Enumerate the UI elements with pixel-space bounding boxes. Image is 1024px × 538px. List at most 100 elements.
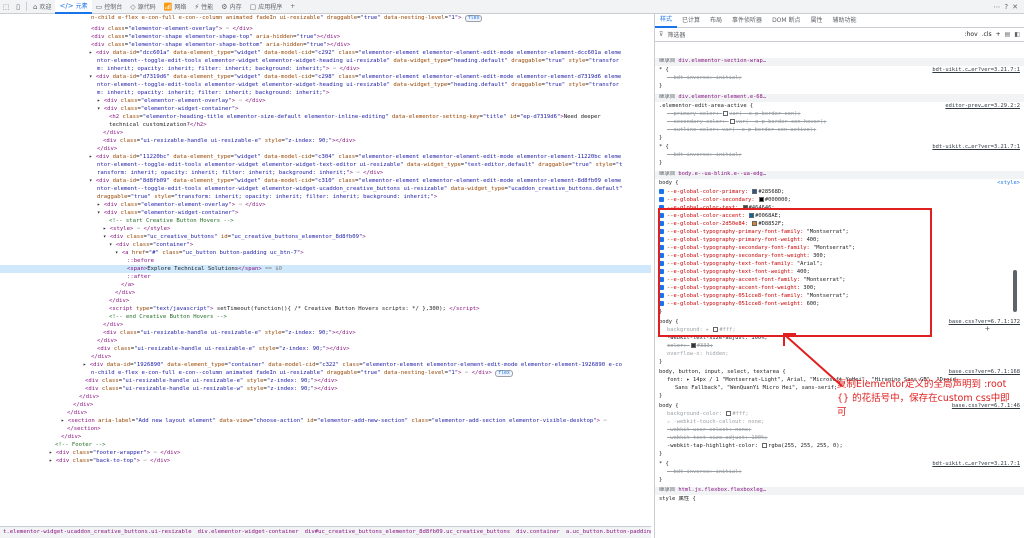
add-property-icon[interactable]: + bbox=[985, 324, 990, 333]
close-icon[interactable]: ✕ bbox=[1012, 3, 1018, 11]
styles-scrollbar[interactable] bbox=[1013, 270, 1017, 312]
dom-line[interactable]: ntor-element--toggle-edit-tools elemento… bbox=[0, 185, 651, 193]
tab-dom-breakpoints[interactable]: DOM 断点 bbox=[767, 14, 805, 27]
dom-line[interactable]: n-child e-flex e-con-full e-con--column … bbox=[0, 14, 651, 22]
dom-line[interactable]: </div> bbox=[0, 145, 651, 153]
dom-line[interactable]: ntor-element--toggle-edit-tools elemento… bbox=[0, 57, 651, 65]
rule-close: } bbox=[659, 477, 663, 483]
help-icon[interactable]: ? bbox=[1004, 3, 1008, 11]
dom-line[interactable]: <!-- Footer --> bbox=[0, 441, 651, 449]
elements-tree[interactable]: n-child e-flex e-con-full e-con--column … bbox=[0, 14, 651, 526]
console-icon: ▭ bbox=[95, 2, 103, 11]
dom-line[interactable]: </div> bbox=[0, 337, 651, 345]
tab-performance[interactable]: ⚡ 性能 bbox=[190, 0, 217, 14]
breadcrumb-item[interactable]: a.uc_button.button-padding.uc_btn-7 bbox=[563, 527, 651, 538]
dom-line[interactable]: ▸ <div class="elementor-element-overlay"… bbox=[0, 201, 651, 209]
dom-line[interactable]: ▾ <div class="uc_creative_buttons" id="u… bbox=[0, 233, 651, 241]
dom-line[interactable]: </div> bbox=[0, 393, 651, 401]
breadcrumb-item[interactable]: t.elementor-widget-ucaddon_creative_butt… bbox=[0, 527, 195, 538]
dom-line[interactable]: ntor-element--toggle-edit-tools elemento… bbox=[0, 161, 651, 169]
dom-line[interactable]: m: inherit; opacity: inherit; filter: in… bbox=[0, 65, 651, 73]
dom-line[interactable]: </section> bbox=[0, 425, 651, 433]
dom-line[interactable]: </div> bbox=[0, 409, 651, 417]
dom-line[interactable]: ▸ <div class="elementor-element-overlay"… bbox=[0, 97, 651, 105]
dom-line[interactable]: <div class="ui-resizable-handle ui-resiz… bbox=[0, 345, 651, 353]
dom-line[interactable]: ransform: inherit; opacity: inherit; fil… bbox=[0, 169, 651, 177]
tab-accessibility[interactable]: 辅助功能 bbox=[828, 14, 862, 27]
dom-line[interactable]: <div class="elementor-shape elementor-sh… bbox=[0, 41, 651, 49]
tab-network[interactable]: 📶 网络 bbox=[160, 0, 191, 14]
tab-application[interactable]: ▢ 应用程序 bbox=[246, 0, 287, 14]
dom-line[interactable]: ▾ <a href="#" class="uc_button button-pa… bbox=[0, 249, 651, 257]
tab-sources[interactable]: ◇ 源代码 bbox=[126, 0, 159, 14]
dom-line[interactable]: ▾ <div data-id="d7319d6" data-element_ty… bbox=[0, 73, 651, 81]
dom-line[interactable]: ▸ <div class="footer-wrapper"> ⋯ </div> bbox=[0, 449, 651, 457]
dom-line[interactable]: <h2 class="elementor-heading-title eleme… bbox=[0, 113, 651, 121]
sidebar-toggle-icon[interactable]: ◧ bbox=[1014, 31, 1020, 38]
tab-properties[interactable]: 属性 bbox=[806, 14, 828, 27]
tab-event-listeners[interactable]: 事件侦听器 bbox=[727, 14, 767, 27]
dom-line[interactable]: draggable="true" style="transform: inher… bbox=[0, 193, 651, 201]
dom-line[interactable]: ::after bbox=[0, 273, 651, 281]
dom-line[interactable]: <div class="ui-resizable-handle ui-resiz… bbox=[0, 329, 651, 337]
dom-line[interactable]: ▸ <div data-id="11220bc" data-element_ty… bbox=[0, 153, 651, 161]
dom-line[interactable]: ▸ <div class="back-to-top"> ⋯ </div> bbox=[0, 457, 651, 465]
more-tabs-button[interactable]: + bbox=[286, 0, 299, 14]
dom-line[interactable]: <div class="ui-resizable-handle ui-resiz… bbox=[0, 385, 651, 393]
dom-line[interactable]: ::before bbox=[0, 257, 651, 265]
rule-declaration: -webkit-user-select: none; bbox=[667, 427, 752, 433]
dom-line[interactable]: <div class="ui-resizable-handle ui-resiz… bbox=[0, 377, 651, 385]
dom-line[interactable]: ▾ <div class="elementor-widget-container… bbox=[0, 105, 651, 113]
dom-line[interactable]: </div> bbox=[0, 433, 651, 441]
dom-line[interactable]: </a> bbox=[0, 281, 651, 289]
dom-line[interactable]: ▸ <section aria-label="Add new layout el… bbox=[0, 417, 651, 425]
dom-line[interactable]: ▸ <style> ⋯ </style> bbox=[0, 225, 651, 233]
device-icon[interactable]: ▯ bbox=[12, 1, 24, 13]
computed-toggle-icon[interactable]: ▤ bbox=[1005, 31, 1011, 38]
dom-line[interactable]: <div class="elementor-shape elementor-sh… bbox=[0, 33, 651, 41]
dom-line[interactable]: n-child e-flex e-con-full e-con--column … bbox=[0, 369, 651, 377]
filter-row: ⊽ 筛选器 :hov .cls + ▤ ◧ bbox=[655, 28, 1024, 42]
dom-line[interactable]: </div> bbox=[0, 129, 651, 137]
dom-line[interactable]: m: inherit; opacity: inherit; filter: in… bbox=[0, 89, 651, 97]
dom-line[interactable]: <div class="elementor-element-overlay"> … bbox=[0, 25, 651, 33]
dom-line[interactable]: ▸ <div data-id="1926890" data-element_ty… bbox=[0, 361, 651, 369]
cls-button[interactable]: .cls bbox=[982, 31, 992, 38]
dom-line[interactable]: </div> bbox=[0, 353, 651, 361]
tab-styles[interactable]: 样式 bbox=[655, 14, 678, 28]
breadcrumb-item[interactable]: div#uc_creative_buttons_elementor_8d8fb0… bbox=[302, 527, 513, 538]
dom-line[interactable]: </div> bbox=[0, 297, 651, 305]
dom-line[interactable]: <script type="text/javascript"> setTimeo… bbox=[0, 305, 651, 313]
rule-close: } bbox=[659, 83, 663, 89]
dom-line[interactable]: </div> bbox=[0, 401, 651, 409]
css-var-line[interactable]: --e-global-color-primary: #28568D; bbox=[659, 189, 1020, 197]
rule-declaration: --bdt-inverse: initial; bbox=[667, 75, 742, 81]
dom-line[interactable]: ntor-element--toggle-edit-tools elemento… bbox=[0, 81, 651, 89]
dom-line[interactable]: <!-- start Creative Button Hovers --> bbox=[0, 217, 651, 225]
dom-line[interactable]: <div class="ui-resizable-handle ui-resiz… bbox=[0, 137, 651, 145]
new-rule-button[interactable]: + bbox=[996, 31, 1001, 38]
inspect-icon[interactable]: ⬚ bbox=[0, 1, 12, 13]
dom-line[interactable]: </div> bbox=[0, 321, 651, 329]
css-var-line[interactable]: --e-global-color-secondary: #000000; bbox=[659, 197, 1020, 205]
dom-line-selected[interactable]: <span>Explore Technical Solutions</span>… bbox=[0, 265, 651, 273]
tab-welcome[interactable]: ⌂ 欢迎 bbox=[29, 0, 55, 14]
tab-console[interactable]: ▭ 控制台 bbox=[92, 0, 127, 14]
dom-line[interactable]: technical customization?</h2> bbox=[0, 121, 651, 129]
tab-layout[interactable]: 布局 bbox=[705, 14, 727, 27]
tab-label: 控制台 bbox=[104, 4, 123, 11]
dom-line[interactable]: ▸ <div data-id="dcc601a" data-element_ty… bbox=[0, 49, 651, 57]
dom-line[interactable]: </div> bbox=[0, 289, 651, 297]
dom-line[interactable]: ▾ <div class="elementor-widget-container… bbox=[0, 209, 651, 217]
dom-line[interactable]: ▾ <div class="container"> bbox=[0, 241, 651, 249]
breadcrumb-item[interactable]: div.container bbox=[513, 527, 563, 538]
hov-button[interactable]: :hov bbox=[965, 31, 978, 38]
breadcrumb-item[interactable]: div.elementor-widget-container bbox=[195, 527, 302, 538]
dom-line[interactable]: <!-- end Creative Button Hovers --> bbox=[0, 313, 651, 321]
tab-computed[interactable]: 已计算 bbox=[677, 14, 705, 27]
more-options-icon[interactable]: ⋯ bbox=[993, 3, 1000, 11]
tab-elements[interactable]: </> 元素 bbox=[55, 0, 92, 14]
tab-memory[interactable]: ⚙ 内存 bbox=[217, 0, 245, 14]
filter-input[interactable]: 筛选器 bbox=[667, 30, 960, 39]
dom-line[interactable]: ▾ <div data-id="8d8fb09" data-element_ty… bbox=[0, 177, 651, 185]
